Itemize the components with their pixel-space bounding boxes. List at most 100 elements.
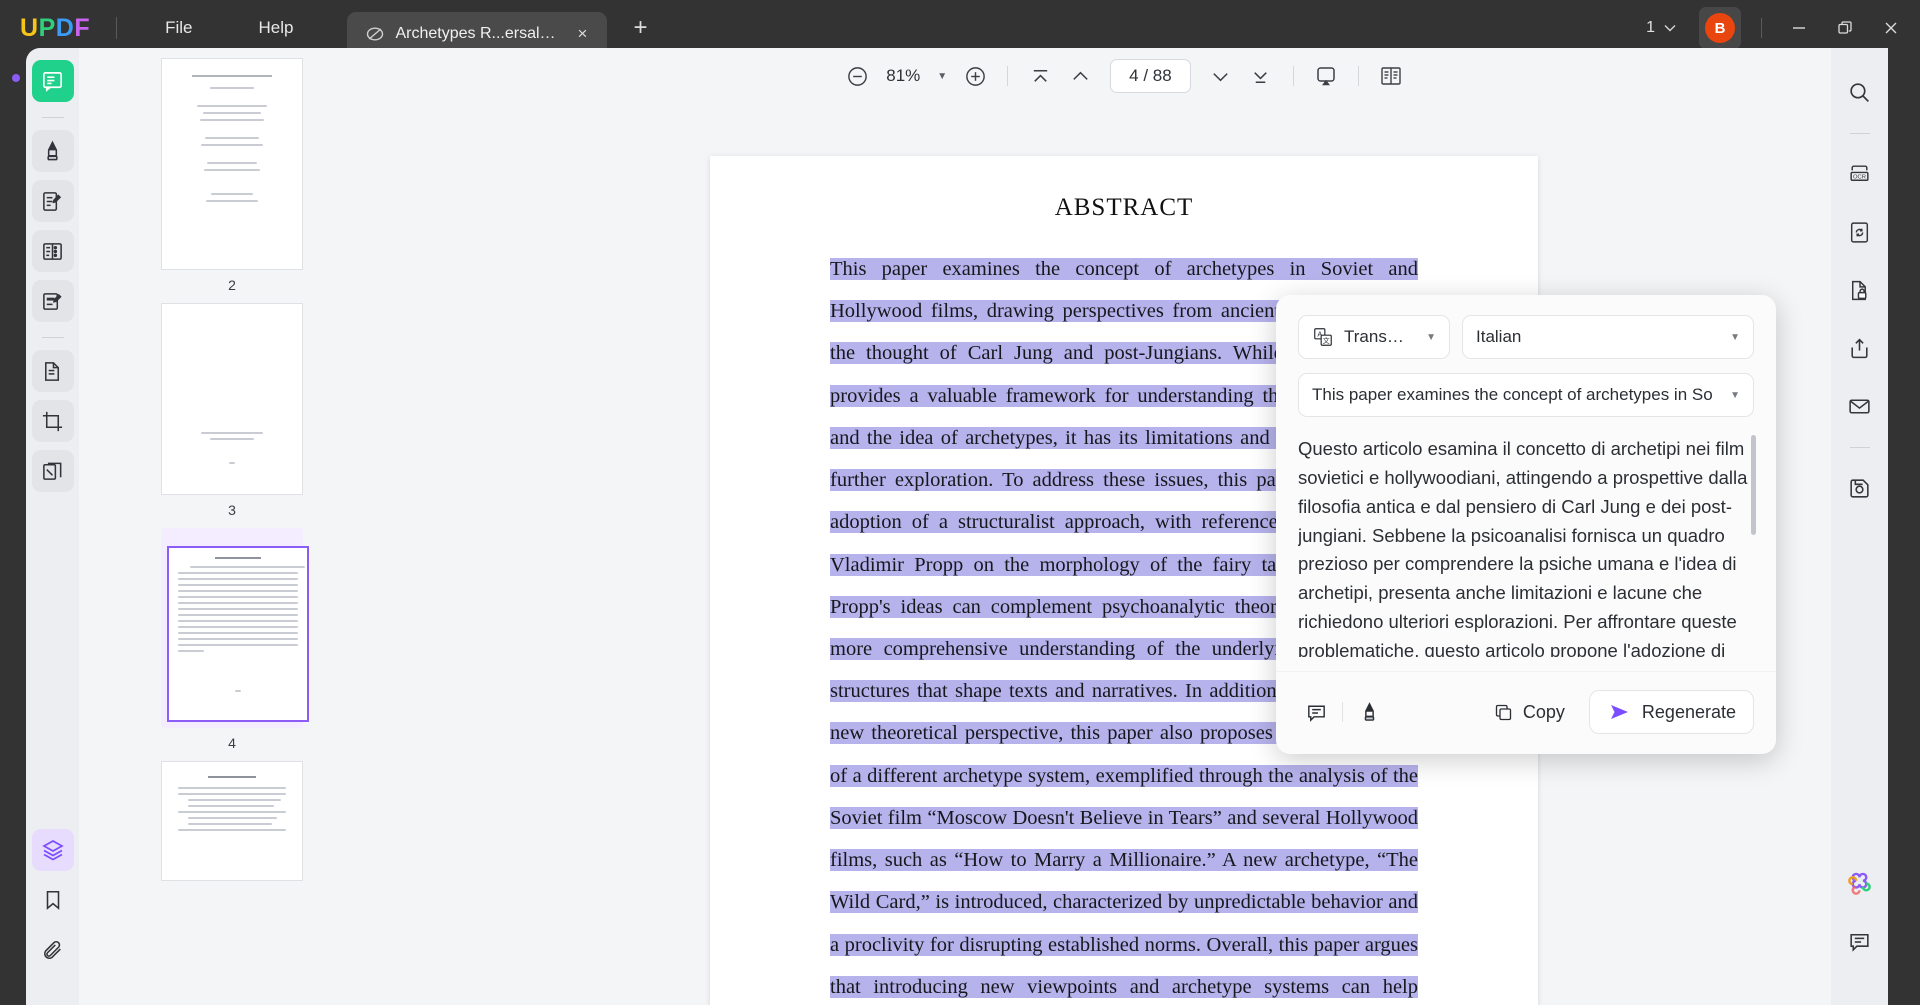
menu-file[interactable]: File: [143, 12, 214, 44]
tool-separator-2: [41, 337, 64, 338]
presentation-mode-icon: [1316, 67, 1335, 86]
thumbnail-page-image[interactable]: [161, 303, 303, 495]
right-tool-save[interactable]: [1838, 466, 1882, 510]
thumbnail-page-image[interactable]: [167, 546, 309, 722]
thumbnail-item[interactable]: 3: [79, 303, 385, 518]
close-window-button[interactable]: [1868, 8, 1914, 48]
reading-mode-button[interactable]: [1373, 58, 1409, 94]
right-tool-comments[interactable]: [1838, 919, 1882, 963]
sidebar-tool-organize-pages[interactable]: [31, 230, 74, 272]
zoom-out-button[interactable]: [839, 58, 875, 94]
thumbnail-item[interactable]: [79, 761, 385, 881]
ai-flower-icon: [1848, 872, 1871, 895]
sidebar-tool-edit-pdf[interactable]: [31, 180, 74, 222]
translate-icon: A 文: [1314, 328, 1332, 346]
chevron-down-icon: [1664, 25, 1676, 32]
sidebar-tool-convert[interactable]: [31, 350, 74, 392]
sidebar-tool-highlighter[interactable]: [31, 130, 74, 172]
page-number-input[interactable]: 4 / 88: [1110, 59, 1191, 93]
paperclip-icon: [43, 940, 61, 960]
presentation-mode-button[interactable]: [1308, 58, 1344, 94]
sidebar-tool-form[interactable]: [31, 280, 74, 322]
right-tool-share[interactable]: [1838, 326, 1882, 370]
logo-letter-p: P: [38, 13, 56, 42]
target-language-dropdown[interactable]: Italian ▼: [1462, 315, 1754, 359]
logo-letter-u: U: [20, 13, 39, 42]
translation-result-text[interactable]: Questo articolo esamina il concetto di a…: [1298, 435, 1766, 657]
window-count-dropdown[interactable]: 1: [1637, 14, 1685, 42]
close-tab-icon[interactable]: ×: [571, 23, 593, 45]
thumbnail-selection-frame: [161, 528, 309, 728]
thumbnail-item[interactable]: 2: [79, 58, 385, 293]
right-tool-email[interactable]: [1838, 384, 1882, 428]
edit-pdf-icon: [43, 191, 62, 211]
page-heading: ABSTRACT: [1054, 194, 1194, 221]
logo-letter-d: D: [55, 13, 75, 42]
user-avatar-button[interactable]: B: [1699, 7, 1741, 49]
highlight-button[interactable]: [1351, 694, 1387, 730]
first-page-button[interactable]: [1022, 58, 1058, 94]
chevron-down-icon: ▼: [1730, 331, 1740, 343]
add-comment-button[interactable]: [1298, 694, 1334, 730]
organize-pages-icon: [43, 242, 62, 260]
right-tool-convert[interactable]: [1838, 210, 1882, 254]
window-controls-divider: [1761, 18, 1762, 38]
previous-page-button[interactable]: [1062, 58, 1098, 94]
translation-scrollbar[interactable]: [1751, 435, 1756, 535]
translate-mode-dropdown[interactable]: A 文 Translate ▼: [1298, 315, 1450, 359]
comment-icon: [1850, 933, 1869, 952]
menu-help[interactable]: Help: [237, 12, 316, 44]
toolbar-divider-2: [1292, 66, 1294, 86]
convert-doc-icon: [45, 361, 60, 381]
zoom-out-icon: [847, 66, 867, 86]
thumbnail-page-image[interactable]: [161, 761, 303, 881]
search-icon: [1850, 82, 1869, 102]
zoom-in-button[interactable]: [957, 58, 993, 94]
sidebar-tool-crop[interactable]: [31, 400, 74, 442]
avatar: B: [1705, 13, 1735, 43]
chevron-down-icon: ▼: [1730, 389, 1740, 401]
toolbar-divider: [1007, 66, 1009, 86]
right-tool-separator-2: [1849, 447, 1870, 448]
sidebar-tool-reader[interactable]: [31, 60, 74, 102]
save-icon: [1850, 478, 1869, 498]
maximize-icon: [1838, 21, 1852, 34]
thumbnail-page-image[interactable]: [161, 58, 303, 270]
right-tool-ocr[interactable]: OCR: [1838, 152, 1882, 196]
tool-separator: [41, 117, 64, 118]
zoom-in-icon: [965, 66, 985, 86]
thumbnail-page-number: 3: [228, 502, 236, 518]
copy-button[interactable]: Copy: [1481, 695, 1577, 730]
previous-page-icon: [1072, 71, 1088, 80]
window-count-value: 1: [1646, 19, 1655, 36]
crop-icon: [42, 411, 63, 431]
zoom-level-value[interactable]: 81%: [879, 66, 927, 86]
new-tab-button[interactable]: +: [625, 13, 655, 43]
maximize-button[interactable]: [1822, 8, 1868, 48]
zoom-dropdown-button[interactable]: ▼: [931, 67, 953, 86]
compare-icon: [43, 462, 62, 480]
sidebar-tool-layers[interactable]: [31, 829, 74, 871]
right-tool-ai-assistant[interactable]: [1838, 861, 1882, 905]
toolbar-divider-3: [1357, 66, 1359, 86]
last-page-button[interactable]: [1243, 58, 1279, 94]
minimize-button[interactable]: [1776, 8, 1822, 48]
application-body: 2 3 4 81% ▼ 4 / 88 ABSTRACT This paper e…: [0, 48, 1920, 1005]
highlighter-icon: [1364, 701, 1374, 721]
bookmark-icon: [46, 890, 59, 910]
sidebar-tool-bookmark[interactable]: [32, 879, 74, 921]
regenerate-button[interactable]: Regenerate: [1588, 690, 1754, 734]
source-text-dropdown[interactable]: This paper examines the concept of arche…: [1298, 373, 1754, 417]
document-lock-icon: [1852, 280, 1867, 300]
sidebar-tool-compare[interactable]: [31, 450, 74, 492]
right-tool-search[interactable]: [1838, 70, 1882, 114]
translation-result-value: Questo articolo esamina il concetto di a…: [1298, 438, 1748, 657]
right-tool-protect[interactable]: [1838, 268, 1882, 312]
thumbnail-item-selected[interactable]: 4: [79, 528, 385, 751]
next-page-button[interactable]: [1203, 58, 1239, 94]
layers-icon: [41, 840, 64, 861]
translate-mode-label: Translate: [1344, 327, 1406, 346]
sidebar-tool-attachment[interactable]: [32, 929, 74, 971]
titlebar-divider: [116, 17, 118, 39]
page-thumbnail-panel[interactable]: 2 3 4: [79, 48, 385, 1005]
